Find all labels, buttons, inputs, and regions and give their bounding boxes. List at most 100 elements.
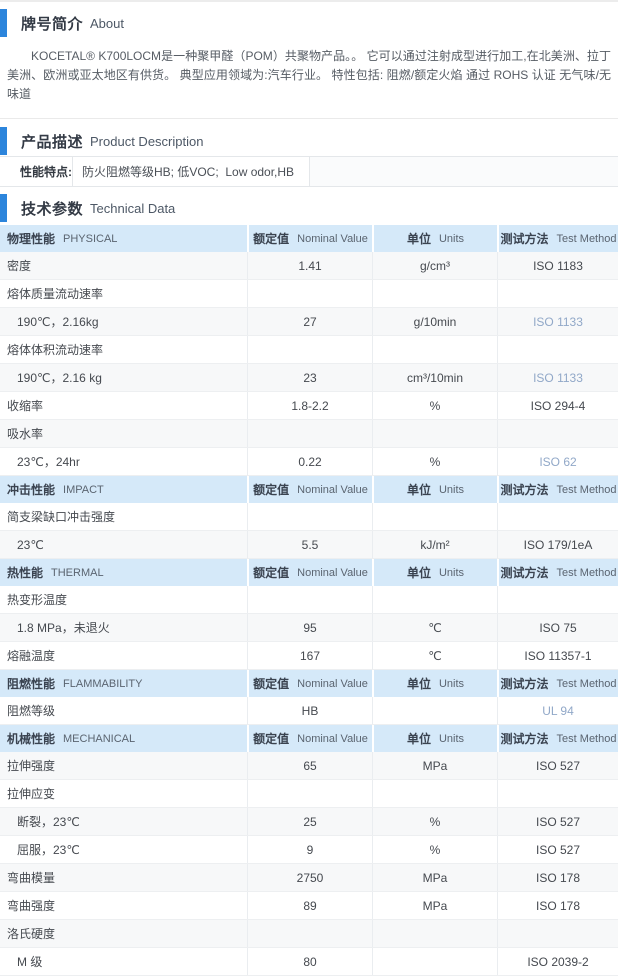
row-test-method: ISO 75 xyxy=(497,614,618,641)
table-group-header: 物理性能 PHYSICAL 额定值 Nominal Value 单位 Units 测试方法 T… xyxy=(0,225,618,252)
col-header-method: 测试方法 Test Method xyxy=(497,476,618,503)
group-header-name: 机械性能 MECHANICAL xyxy=(0,725,247,752)
row-units xyxy=(372,420,497,447)
col-header-units-zh: 单位 xyxy=(406,566,431,580)
col-header-method-zh: 测试方法 xyxy=(500,566,549,580)
section-title-zh: 产品描述 xyxy=(21,133,84,151)
row-units xyxy=(372,948,497,975)
table-row: 熔融温度 167 ℃ ISO 11357-1 xyxy=(0,642,618,670)
row-units: cm³/10min xyxy=(372,364,497,391)
col-header-method-en: Test Method xyxy=(556,566,617,579)
col-header-value-en: Nominal Value xyxy=(297,232,368,245)
row-nominal-value: 2750 xyxy=(247,864,372,891)
table-row: 拉伸应变 xyxy=(0,780,618,808)
accent-bar-icon xyxy=(0,194,7,222)
section-header-product-description: 产品描述 Product Description xyxy=(0,126,618,156)
table-row: 断裂，23℃ 25% ISO 527 xyxy=(0,808,618,836)
row-test-method: ISO 294-4 xyxy=(497,392,618,419)
table-row: 熔体质量流动速率 xyxy=(0,280,618,308)
group-header-name: 热性能 THERMAL xyxy=(0,559,247,586)
table-row: 洛氏硬度 xyxy=(0,920,618,948)
section-title-zh: 技术参数 xyxy=(21,200,84,218)
col-header-units-zh: 单位 xyxy=(406,483,431,497)
table-group-header: 冲击性能 IMPACT 额定值 Nominal Value 单位 Units 测试方法 Tes… xyxy=(0,476,618,503)
feature-value: 防火阻燃等级HB; 低VOC; Low odor,HB xyxy=(72,157,309,186)
table-group-header: 机械性能 MECHANICAL 额定值 Nominal Value 单位 Units 测试方… xyxy=(0,725,618,752)
test-method-link[interactable]: UL 94 xyxy=(497,697,618,724)
section-title-en: Product Description xyxy=(90,133,204,149)
row-test-method: ISO 11357-1 xyxy=(497,642,618,669)
row-property-name: 190℃，2.16 kg xyxy=(17,371,102,385)
col-header-value-en: Nominal Value xyxy=(297,566,368,579)
row-test-method xyxy=(497,586,618,613)
group-title-zh: 冲击性能 xyxy=(7,483,56,497)
table-row: 1.8 MPa，未退火 95 ℃ ISO 75 xyxy=(0,614,618,642)
test-method-link[interactable]: ISO 62 xyxy=(497,448,618,475)
col-header-units-en: Units xyxy=(438,483,465,496)
row-test-method xyxy=(497,336,618,363)
row-test-method: ISO 178 xyxy=(497,892,618,919)
row-units: MPa xyxy=(372,752,497,779)
row-units: ℃ xyxy=(372,642,497,669)
col-header-method-en: Test Method xyxy=(556,732,617,745)
row-units xyxy=(372,697,497,724)
col-header-units: 单位 Units xyxy=(372,559,497,586)
group-title-en: FLAMMABILITY xyxy=(63,677,143,690)
test-method-link[interactable]: ISO 1133 xyxy=(497,308,618,335)
col-header-units-en: Units xyxy=(438,566,465,579)
test-method-link[interactable]: ISO 1133 xyxy=(497,364,618,391)
row-nominal-value: 80 xyxy=(247,948,372,975)
row-units xyxy=(372,336,497,363)
row-property-name: 弯曲模量 xyxy=(7,871,56,885)
row-property-name: 1.8 MPa，未退火 xyxy=(17,621,110,635)
col-header-units-zh: 单位 xyxy=(406,677,431,691)
row-property-name: 拉伸强度 xyxy=(7,759,56,773)
col-header-method: 测试方法 Test Method xyxy=(497,725,618,752)
row-nominal-value xyxy=(247,503,372,530)
table-row: 23℃，24hr 0.22% ISO 62 xyxy=(0,448,618,476)
row-test-method: ISO 178 xyxy=(497,864,618,891)
row-test-method: ISO 2039-2 xyxy=(497,948,618,975)
section-product-description: 产品描述 Product Description 性能特点: 防火阻燃等级HB;… xyxy=(0,126,618,187)
row-nominal-value: 0.22 xyxy=(247,448,372,475)
col-header-value-en: Nominal Value xyxy=(297,483,368,496)
col-header-units-zh: 单位 xyxy=(406,732,431,746)
table-row: M 级 80 ISO 2039-2 xyxy=(0,948,618,976)
row-property-name: 熔体体积流动速率 xyxy=(7,343,104,357)
table-row: 收缩率 1.8-2.2% ISO 294-4 xyxy=(0,392,618,420)
col-header-units-en: Units xyxy=(438,232,465,245)
table-row: 热变形温度 xyxy=(0,586,618,614)
row-nominal-value: HB xyxy=(247,697,372,724)
section-about: 牌号简介 About KOCETAL® K700LOCM是一种聚甲醛（POM）共… xyxy=(0,8,618,104)
section-title-en: About xyxy=(90,15,124,31)
table-row: 熔体体积流动速率 xyxy=(0,336,618,364)
col-header-value: 额定值 Nominal Value xyxy=(247,725,372,752)
row-property-name: 热变形温度 xyxy=(7,593,68,607)
table-row: 弯曲强度 89 MPa ISO 178 xyxy=(0,892,618,920)
col-header-value-zh: 额定值 xyxy=(253,677,290,691)
row-units: g/10min xyxy=(372,308,497,335)
row-nominal-value xyxy=(247,420,372,447)
row-units: MPa xyxy=(372,864,497,891)
accent-bar-icon xyxy=(0,9,7,37)
row-nominal-value: 1.8-2.2 xyxy=(247,392,372,419)
row-test-method: ISO 527 xyxy=(497,752,618,779)
row-nominal-value: 1.41 xyxy=(247,252,372,279)
table-row: 密度 1.41 g/cm³ ISO 1183 xyxy=(0,252,618,280)
group-title-en: MECHANICAL xyxy=(63,732,136,745)
col-header-value: 额定值 Nominal Value xyxy=(247,670,372,697)
group-title-en: THERMAL xyxy=(51,566,104,579)
group-title-en: IMPACT xyxy=(63,483,104,496)
table-row: 吸水率 xyxy=(0,420,618,448)
col-header-value-zh: 额定值 xyxy=(253,732,290,746)
row-nominal-value: 25 xyxy=(247,808,372,835)
row-units xyxy=(372,780,497,807)
row-units: % xyxy=(372,836,497,863)
col-header-method-zh: 测试方法 xyxy=(500,677,549,691)
table-group-header: 热性能 THERMAL 额定值 Nominal Value 单位 Units 测试方法 Tes… xyxy=(0,559,618,586)
section-title-en: Technical Data xyxy=(90,200,176,216)
col-header-method: 测试方法 Test Method xyxy=(497,225,618,252)
table-row: 190℃，2.16kg 27 g/10min ISO 1133 xyxy=(0,308,618,336)
row-property-name: M 级 xyxy=(17,955,43,969)
row-test-method: ISO 1183 xyxy=(497,252,618,279)
